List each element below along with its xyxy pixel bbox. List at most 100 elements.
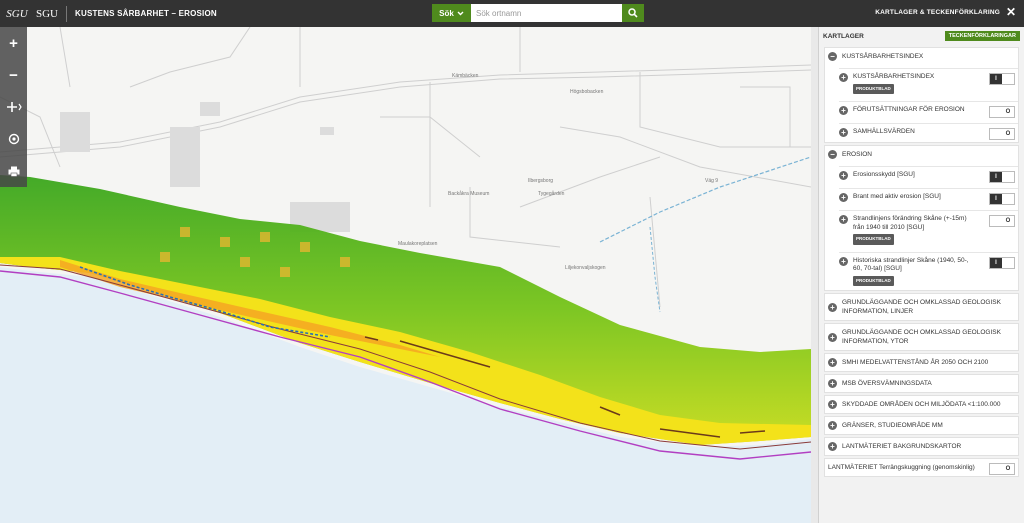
map-toolbar: + − (0, 27, 27, 187)
layer-label: Strandlinjens förändring Skåne (+-15m) f… (853, 215, 967, 231)
group-label: KUSTSÅRBARHETSINDEX (842, 53, 924, 60)
layer-label: Historiska strandlinjer Skåne (1940, 50-… (853, 256, 969, 273)
pan-icon[interactable] (0, 91, 27, 123)
expand-icon[interactable]: + (828, 400, 837, 409)
layer-group-collapsed[interactable]: + SKYDDADE OMRÅDEN OCH MILJÖDATA <1:100.0… (824, 395, 1019, 414)
layer-item: + Strandlinjens förändring Skåne (+-15m)… (839, 210, 1018, 249)
legend-button[interactable]: TECKENFÖRKLARINGAR (944, 31, 1020, 41)
map-label: Kämbäcken (452, 73, 479, 79)
map-label: Högsbobacken (570, 89, 604, 95)
layer-item: + SAMHÄLLSVÄRDEN O (839, 123, 1018, 142)
expand-icon[interactable]: + (839, 215, 848, 224)
toggle-off: O (1005, 466, 1011, 472)
layers-legend-toggle[interactable]: KARTLAGER & TECKENFÖRKLARING (875, 9, 1000, 16)
layer-toggle[interactable]: I (989, 193, 1015, 205)
search-button[interactable] (622, 4, 644, 22)
panel-header: KARTLAGER TECKENFÖRKLARINGAR (819, 27, 1024, 45)
zoom-out-icon[interactable]: − (0, 59, 27, 91)
layer-toggle[interactable]: O (989, 128, 1015, 140)
layer-item: + Erosionsskydd [SGU] I (839, 166, 1018, 185)
layer-group-collapsed[interactable]: + GRUNDLÄGGANDE OCH OMKLASSAD GEOLOGISK I… (824, 323, 1019, 351)
expand-icon[interactable]: + (828, 332, 837, 342)
layer-label: Brant med aktiv erosion [SGU] (853, 193, 941, 200)
layer-group-collapsed[interactable]: + SMHI MEDELVATTENSTÅND ÅR 2050 OCH 2100 (824, 353, 1019, 372)
layer-label: FÖRUTSÄTTNINGAR FÖR EROSION (853, 106, 965, 113)
group-label: LANTMÄTERIET BAKGRUNDSKARTOR (842, 443, 962, 450)
panel-title: KARTLAGER (823, 32, 864, 40)
expand-icon[interactable]: + (828, 421, 837, 430)
print-icon[interactable] (0, 155, 27, 187)
layer-toggle[interactable]: I (989, 256, 1015, 269)
layer-toggle[interactable]: O (989, 106, 1015, 118)
search-type-label: Sök (439, 8, 454, 18)
zoom-in-icon[interactable]: + (0, 27, 27, 59)
locate-icon[interactable] (0, 123, 27, 155)
layer-toggle[interactable]: I (989, 73, 1015, 85)
expand-icon[interactable]: + (839, 128, 848, 137)
search-type-dropdown[interactable]: Sök (432, 4, 471, 22)
search-input[interactable] (471, 4, 622, 22)
layer-group-collapsed[interactable]: + GRÄNSER, STUDIEOMRÅDE MM (824, 416, 1019, 435)
product-sheet-badge[interactable]: PRODUKTBLAD (853, 275, 894, 286)
group-label: GRUNDLÄGGANDE OCH OMKLASSAD GEOLOGISK IN… (842, 299, 1001, 315)
product-sheet-badge[interactable]: PRODUKTBLAD (853, 83, 894, 94)
group-header[interactable]: − KUSTSÅRBARHETSINDEX (825, 48, 1018, 65)
group-label: SMHI MEDELVATTENSTÅND ÅR 2050 OCH 2100 (842, 359, 989, 366)
collapse-icon[interactable]: − (828, 52, 837, 61)
app-title: KUSTENS SÅRBARHET – EROSION (75, 9, 217, 18)
group-label: EROSION (842, 151, 872, 158)
map-label: Väg 9 (705, 178, 718, 184)
expand-icon[interactable]: + (828, 302, 837, 312)
layer-toggle[interactable]: I (989, 171, 1015, 183)
layer-item: + Historiska strandlinjer Skåne (1940, 5… (839, 251, 1018, 291)
layer-group-collapsed[interactable]: + GRUNDLÄGGANDE OCH OMKLASSAD GEOLOGISK I… (824, 293, 1019, 321)
layer-group-kustsarbarhetsindex: − KUSTSÅRBARHETSINDEX + KUSTSÅRBARHETSIN… (824, 47, 1019, 143)
layer-group-collapsed[interactable]: + LANTMÄTERIET BAKGRUNDSKARTOR (824, 437, 1019, 456)
group-label: GRUNDLÄGGANDE OCH OMKLASSAD GEOLOGISK IN… (842, 329, 1001, 345)
layer-item: + KUSTSÅRBARHETSINDEX PRODUKTBLAD I (839, 68, 1018, 98)
layer-label: Erosionsskydd [SGU] (853, 171, 915, 178)
search-bar: Sök (432, 4, 644, 22)
layer-group-collapsed[interactable]: + MSB ÖVERSVÄMNINGSDATA (824, 374, 1019, 393)
group-header[interactable]: − EROSION (825, 146, 1018, 163)
expand-icon[interactable]: + (839, 106, 848, 115)
layer-toggle[interactable]: O (989, 463, 1015, 475)
chevron-down-icon (457, 11, 464, 15)
sgu-logo: SGU (6, 7, 28, 20)
layer-item: + Brant med aktiv erosion [SGU] I (839, 188, 1018, 207)
map-label: Ilbergsborg (528, 178, 553, 184)
product-sheet-badge[interactable]: PRODUKTBLAD (853, 234, 894, 245)
expand-icon[interactable]: + (839, 171, 848, 180)
layer-label: KUSTSÅRBARHETSINDEX (853, 73, 935, 80)
collapse-icon[interactable]: − (828, 150, 837, 159)
layer-panel: KARTLAGER TECKENFÖRKLARINGAR − KUSTSÅRBA… (818, 27, 1024, 523)
layer-item: + FÖRUTSÄTTNINGAR FÖR EROSION O (839, 101, 1018, 120)
terrain-shading-layer: LANTMÄTERIET Terrängskuggning (genomskin… (824, 458, 1019, 477)
toggle-off: O (1005, 131, 1011, 137)
layer-label: LANTMÄTERIET Terrängskuggning (genomskin… (828, 464, 975, 471)
layer-group-erosion: − EROSION + Erosionsskydd [SGU] I + Bran… (824, 145, 1019, 291)
toggle-on: I (990, 74, 1002, 84)
expand-icon[interactable]: + (828, 358, 837, 367)
map-canvas[interactable]: Kämbäcken Högsbobacken Ilbergsborg Tygeg… (0, 27, 811, 523)
layer-toggle[interactable]: O (989, 215, 1015, 227)
map-label: Maulakoreplatsen (398, 241, 438, 247)
top-bar: SGU SGU KUSTENS SÅRBARHET – EROSION Sök … (0, 0, 1024, 27)
group-label: SKYDDADE OMRÅDEN OCH MILJÖDATA <1:100.00… (842, 401, 1001, 408)
expand-icon[interactable]: + (839, 73, 848, 82)
search-icon (628, 8, 638, 18)
group-label: GRÄNSER, STUDIEOMRÅDE MM (842, 422, 943, 429)
layer-label: SAMHÄLLSVÄRDEN (853, 128, 915, 135)
map-label: Liljekonvaljskogen (565, 265, 606, 271)
expand-icon[interactable]: + (839, 256, 848, 266)
toggle-on: I (990, 194, 1002, 204)
toggle-off: O (1005, 109, 1011, 115)
toggle-on: I (990, 257, 1002, 268)
toggle-on: I (990, 172, 1002, 182)
close-icon[interactable]: ✕ (1006, 5, 1016, 19)
expand-icon[interactable]: + (839, 193, 848, 202)
expand-icon[interactable]: + (828, 442, 837, 451)
map-svg: Kämbäcken Högsbobacken Ilbergsborg Tygeg… (0, 27, 811, 523)
group-label: MSB ÖVERSVÄMNINGSDATA (842, 380, 932, 387)
expand-icon[interactable]: + (828, 379, 837, 388)
